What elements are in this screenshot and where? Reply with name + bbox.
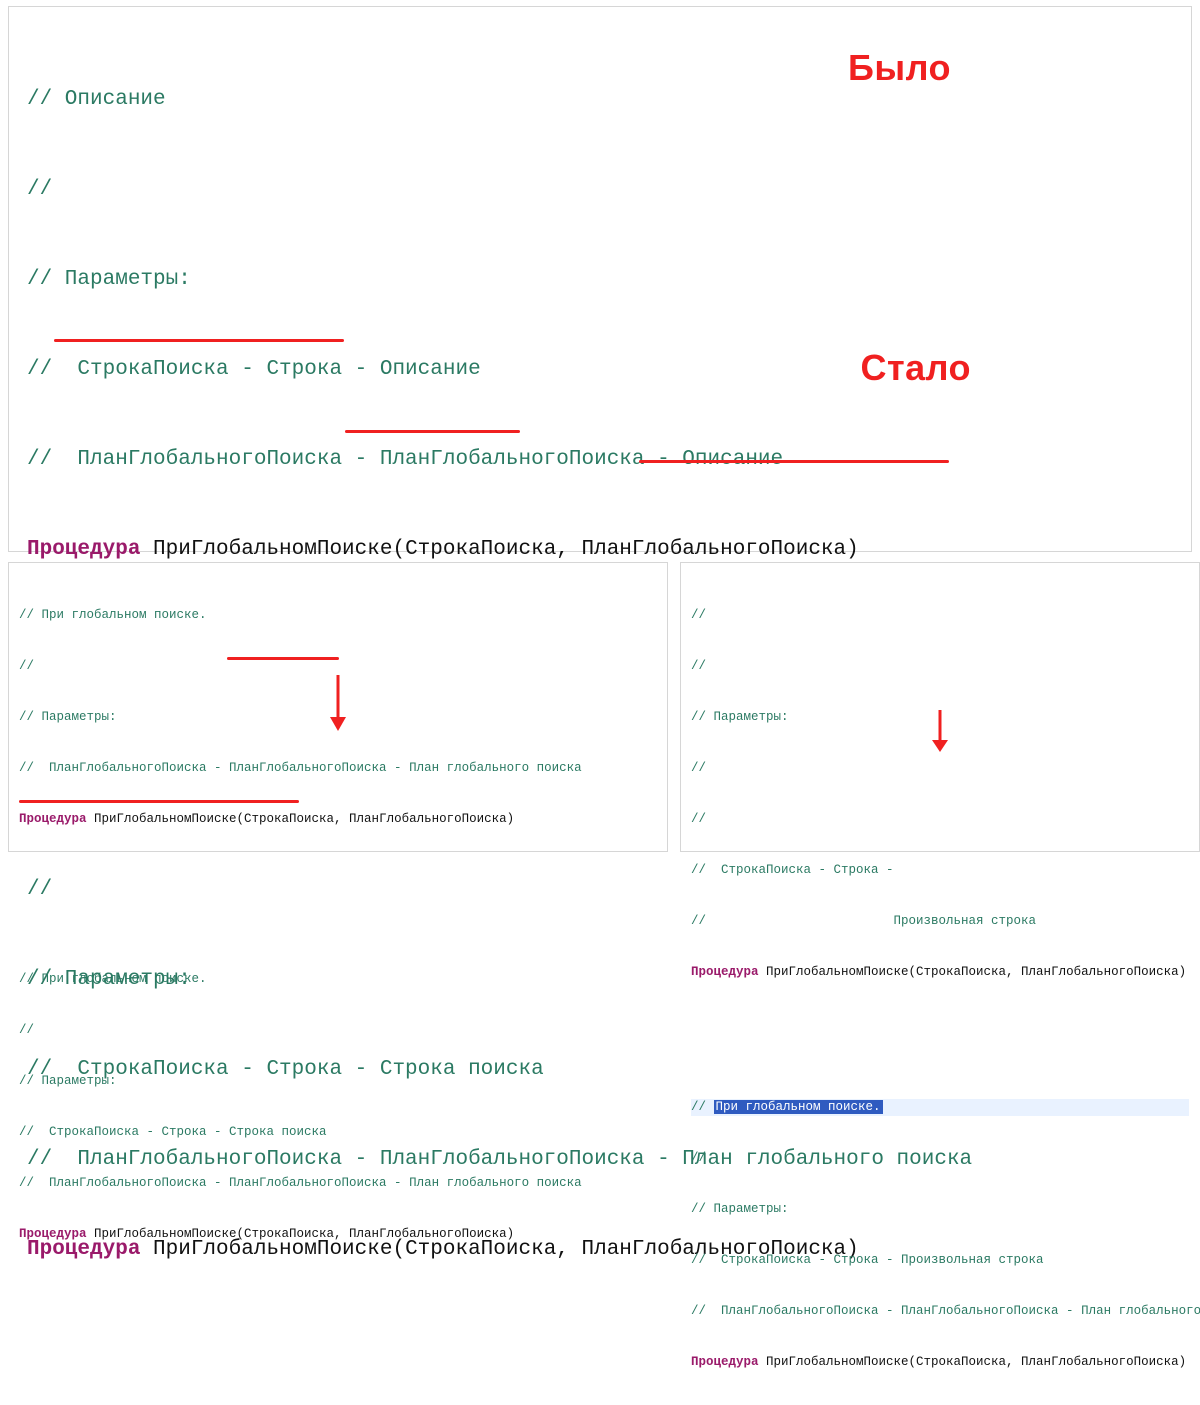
code-line: // ПланГлобальногоПоиска - ПланГлобально… [691,1303,1189,1320]
example-panel-right: // // // Параметры: // // // СтрокаПоиск… [680,562,1200,852]
arrow-down-icon [326,673,350,733]
underline-annotation [345,430,520,433]
example-panel-left: // При глобальном поиске. // // Параметр… [8,562,668,852]
code-line: // [691,1150,1189,1167]
code-right-bottom: // При глобальном поиске. // // Параметр… [691,1065,1189,1405]
code-line: // [691,607,1189,624]
code-line: // При глобальном поиске. [19,971,657,988]
signature: ПриГлобальномПоиске(СтрокаПоиска, ПланГл… [759,965,1187,979]
code-line: // СтрокаПоиска - Строка - [691,862,1189,879]
code-line: // СтрокаПоиска - Строка - Строка поиска [19,1124,657,1141]
code-line: // Параметры: [19,1073,657,1090]
code-line: // ПланГлобальногоПоиска - ПланГлобально… [19,1175,657,1192]
code-before: // Описание // // Параметры: // СтрокаПо… [27,25,1173,625]
keyword: Процедура [19,812,87,826]
code-line: // [691,760,1189,777]
selected-text: При глобальном поиске. [714,1100,883,1114]
code-line: // ПланГлобальногоПоиска - ПланГлобально… [19,760,657,777]
keyword: Процедура [691,965,759,979]
underline-annotation [19,800,299,803]
label-became: Стало [860,347,971,389]
code-line: // [27,175,1173,205]
code-line: // [19,1022,657,1039]
keyword: Процедура [19,1227,87,1241]
signature: ПриГлобальномПоиске(СтрокаПоиска, ПланГл… [87,812,515,826]
underline-annotation [227,657,339,660]
code-line: // Параметры: [27,265,1173,295]
signature: ПриГлобальномПоиске(СтрокаПоиска, ПланГл… [759,1355,1187,1369]
arrow-down-icon [928,708,952,754]
code-line: Процедура ПриГлобальномПоиске(СтрокаПоис… [19,1226,657,1243]
signature: ПриГлобальномПоиске(СтрокаПоиска, ПланГл… [87,1227,515,1241]
code-line: // Произвольная строка [691,913,1189,930]
keyword: Процедура [691,1355,759,1369]
code-line: Процедура ПриГлобальномПоиске(СтрокаПоис… [691,964,1189,981]
code-line: // [691,658,1189,675]
code-line-highlighted: // При глобальном поиске. [691,1099,1189,1116]
underline-annotation [54,339,344,342]
code-line: Процедура ПриГлобальномПоиске(СтрокаПоис… [27,535,1173,565]
code-right-top: // // // Параметры: // // // СтрокаПоиск… [691,573,1189,1015]
code-line: Процедура ПриГлобальномПоиске(СтрокаПоис… [691,1354,1189,1371]
code-left-bottom: // При глобальном поиске. // // Параметр… [19,937,657,1277]
code-line: // СтрокаПоиска - Строка - Описание [27,355,1173,385]
signature: ПриГлобальномПоиске(СтрокаПоиска, ПланГл… [140,538,858,561]
underline-annotation [639,460,949,463]
comparison-panel-big: Было // Описание // // Параметры: // Стр… [8,6,1192,552]
code-line: // [691,811,1189,828]
label-was: Было [848,47,951,89]
code-line: Процедура ПриГлобальномПоиске(СтрокаПоис… [19,811,657,828]
code-line: // При глобальном поиске. [19,607,657,624]
keyword: Процедура [27,538,140,561]
code-line: // ПланГлобальногоПоиска - ПланГлобально… [27,445,1173,475]
code-line: // СтрокаПоиска - Строка - Произвольная … [691,1252,1189,1269]
code-line: // Описание [27,85,1173,115]
code-line: // Параметры: [691,1201,1189,1218]
comment-prefix: // [691,1100,714,1114]
